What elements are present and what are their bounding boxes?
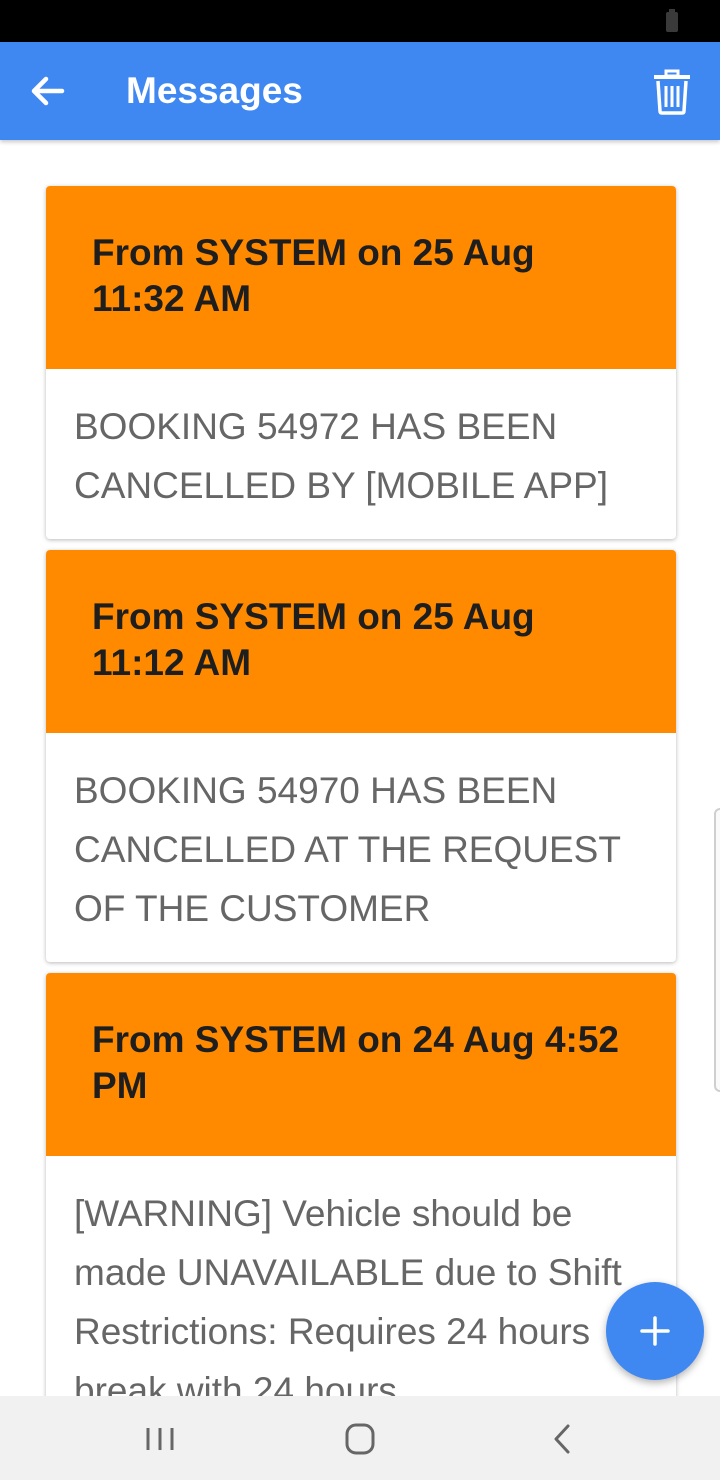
page-title: Messages	[126, 70, 303, 111]
recents-button[interactable]	[135, 1414, 185, 1464]
message-header: From SYSTEM on 24 Aug 4:52 PM	[46, 973, 676, 1156]
message-body: BOOKING 54972 HAS BEEN CANCELLED BY [MOB…	[74, 406, 608, 506]
back-chevron-icon	[554, 1424, 570, 1454]
battery-icon	[666, 9, 678, 32]
message-body: [WARNING] Vehicle should be made UNAVAIL…	[74, 1193, 622, 1396]
message-card[interactable]: From SYSTEM on 24 Aug 4:52 PM [WARNING] …	[46, 973, 676, 1396]
message-header: From SYSTEM on 25 Aug 11:32 AM	[46, 186, 676, 369]
plus-icon	[640, 1316, 670, 1346]
message-card[interactable]: From SYSTEM on 25 Aug 11:32 AM BOOKING 5…	[46, 186, 676, 539]
home-icon	[345, 1423, 375, 1455]
message-list[interactable]: From SYSTEM on 25 Aug 11:32 AM BOOKING 5…	[0, 140, 720, 1396]
message-header: From SYSTEM on 25 Aug 11:12 AM	[46, 550, 676, 733]
recents-icon	[146, 1428, 174, 1450]
trash-icon	[654, 69, 690, 115]
arrow-left-icon	[31, 76, 65, 106]
message-card[interactable]: From SYSTEM on 25 Aug 11:12 AM BOOKING 5…	[46, 550, 676, 962]
message-body: BOOKING 54970 HAS BEEN CANCELLED AT THE …	[74, 770, 621, 929]
delete-button[interactable]	[652, 68, 692, 116]
app-bar: Messages	[0, 42, 720, 140]
nav-back-button[interactable]	[537, 1414, 587, 1464]
system-nav-bar	[0, 1396, 720, 1480]
edge-panel-handle[interactable]	[714, 808, 720, 1092]
home-button[interactable]	[335, 1414, 385, 1464]
back-button[interactable]	[26, 69, 70, 113]
status-bar	[0, 0, 720, 42]
add-message-button[interactable]	[606, 1282, 704, 1380]
